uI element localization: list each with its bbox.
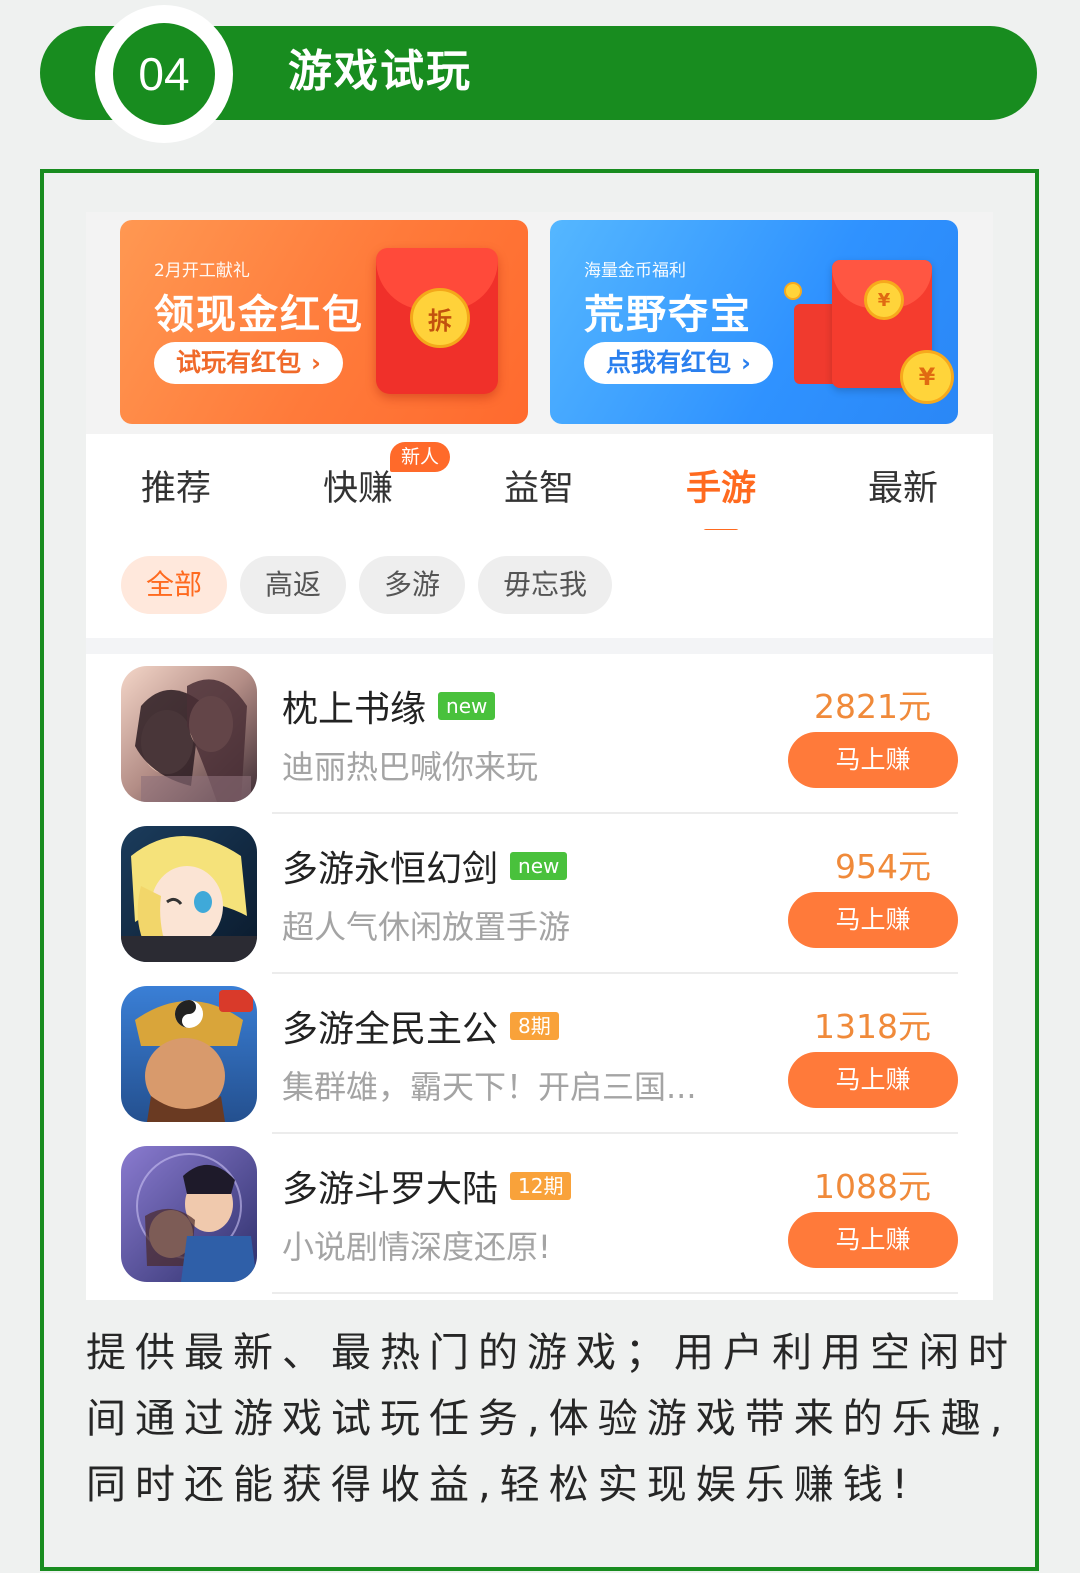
description-line: 间通过游戏试玩任务,体验游戏带来的乐趣,: [86, 1396, 1012, 1442]
sparkle-coin-icon: [784, 282, 802, 300]
tab-puzzle[interactable]: 益智: [479, 460, 599, 511]
description-text: 提供最新、最热门的游戏；用户利用空闲时 间通过游戏试玩任务,体验游戏带来的乐趣,…: [86, 1320, 1017, 1518]
banner-title: 领现金红包: [154, 292, 364, 338]
reward-amount: 954元: [835, 847, 931, 886]
banner-title: 荒野夺宝: [584, 292, 752, 338]
earn-now-button[interactable]: 马上赚: [788, 1212, 958, 1268]
list-item[interactable]: 多游全民主公 8期 集群雄，霸天下！开启三国... 1318元 马上赚: [86, 974, 993, 1134]
description-line: 提供最新、最热门的游戏；用户利用空闲时: [86, 1330, 1017, 1376]
game-thumbnail: [121, 1146, 257, 1282]
reward-amount: 2821元: [814, 687, 931, 726]
earn-now-button[interactable]: 马上赚: [788, 892, 958, 948]
game-subtitle: 迪丽热巴喊你来玩: [282, 748, 539, 786]
chip-high-return[interactable]: 高返: [240, 556, 346, 614]
tab-recommend[interactable]: 推荐: [116, 460, 236, 511]
game-subtitle: 超人气休闲放置手游: [282, 908, 571, 946]
earn-now-button[interactable]: 马上赚: [788, 732, 958, 788]
banner-treasure[interactable]: 海量金币福利 荒野夺宝 点我有红包 › ¥ ¥: [550, 220, 958, 424]
banner-red-packet[interactable]: 2月开工献礼 领现金红包 试玩有红包 › 拆: [120, 220, 528, 424]
new-tag: new: [510, 852, 568, 880]
banner-cta-button[interactable]: 点我有红包 ›: [584, 342, 773, 384]
game-title: 多游斗罗大陆: [282, 1169, 499, 1210]
banner-area: 2月开工献礼 领现金红包 试玩有红包 › 拆 海量金币福利 荒野夺宝 点我有红包…: [86, 212, 993, 434]
description-line: 同时还能获得收益,轻松实现娱乐赚钱!: [86, 1462, 917, 1508]
game-title-row: 多游全民主公 8期: [282, 1000, 559, 1052]
category-tabs: 推荐 快赚 新人 益智 手游 最新: [86, 434, 993, 535]
game-subtitle: 小说剧情深度还原!: [282, 1228, 551, 1266]
game-subtitle: 集群雄，霸天下！开启三国...: [282, 1068, 697, 1106]
period-tag: 8期: [510, 1012, 559, 1040]
game-title: 枕上书缘: [282, 689, 427, 730]
banner-subtitle: 2月开工献礼: [154, 261, 250, 281]
game-thumbnail: [121, 986, 257, 1122]
app-screenshot: 2月开工献礼 领现金红包 试玩有红包 › 拆 海量金币福利 荒野夺宝 点我有红包…: [86, 212, 993, 1300]
chip-forget-me-not[interactable]: 毋忘我: [478, 556, 612, 614]
reward-amount: 1318元: [814, 1007, 931, 1046]
game-list: 枕上书缘 new 迪丽热巴喊你来玩 2821元 马上赚 多游永恒幻剑 new 超…: [86, 654, 993, 1300]
banner-cta-label: 试玩有红包: [176, 348, 302, 377]
banner-cta-button[interactable]: 试玩有红包 ›: [154, 342, 343, 384]
game-title-row: 多游斗罗大陆 12期: [282, 1160, 572, 1212]
list-item[interactable]: 枕上书缘 new 迪丽热巴喊你来玩 2821元 马上赚: [86, 654, 993, 814]
chip-duoyou[interactable]: 多游: [359, 556, 465, 614]
chevron-right-icon: ›: [741, 349, 751, 377]
reward-amount: 1088元: [814, 1167, 931, 1206]
earn-now-button[interactable]: 马上赚: [788, 1052, 958, 1108]
yuan-coin-icon: ¥: [900, 350, 954, 404]
new-user-badge: 新人: [390, 442, 451, 472]
period-tag: 12期: [510, 1172, 572, 1200]
red-envelope-icon: 拆: [376, 248, 498, 394]
game-thumbnail: [121, 826, 257, 962]
section-title: 游戏试玩: [288, 46, 472, 97]
game-title: 多游永恒幻剑: [282, 849, 499, 890]
list-item[interactable]: 多游永恒幻剑 new 超人气休闲放置手游 954元 马上赚: [86, 814, 993, 974]
filter-chips: 全部 高返 多游 毋忘我: [86, 530, 993, 638]
chevron-right-icon: ›: [311, 349, 321, 377]
game-thumbnail: [121, 666, 257, 802]
list-item[interactable]: 多游斗罗大陆 12期 小说剧情深度还原! 1088元 马上赚: [86, 1134, 993, 1294]
row-divider: [272, 1292, 958, 1294]
yuan-coin-icon: ¥: [864, 280, 904, 320]
game-title: 多游全民主公: [282, 1009, 499, 1050]
banner-cta-label: 点我有红包: [606, 348, 732, 377]
tab-mobile-games[interactable]: 手游: [661, 460, 781, 511]
game-title-row: 枕上书缘 new: [282, 680, 496, 732]
banner-subtitle: 海量金币福利: [584, 261, 686, 281]
tab-latest[interactable]: 最新: [843, 460, 963, 511]
chip-all[interactable]: 全部: [121, 556, 227, 614]
section-number: 04: [113, 23, 215, 125]
open-coin-icon: 拆: [410, 288, 470, 348]
game-title-row: 多游永恒幻剑 new: [282, 840, 568, 892]
new-tag: new: [438, 692, 496, 720]
